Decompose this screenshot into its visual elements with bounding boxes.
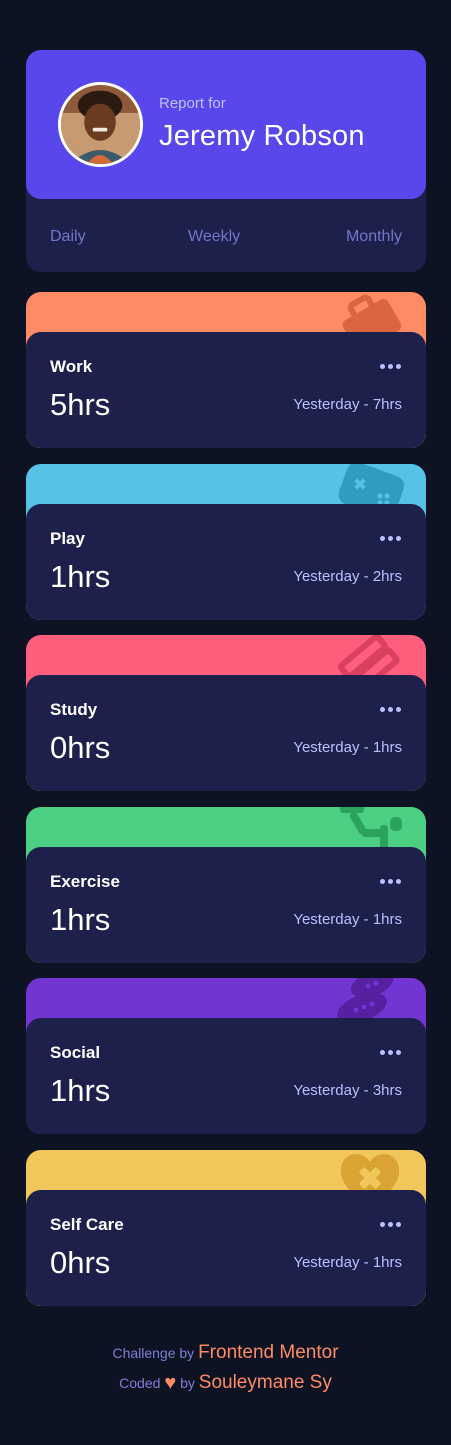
author-link[interactable]: Souleymane Sy xyxy=(199,1372,332,1393)
by-text: by xyxy=(180,1375,195,1391)
profile-card: Report for Jeremy Robson Daily Weekly Mo… xyxy=(26,50,426,272)
more-options-icon[interactable] xyxy=(380,879,402,885)
activity-card-work: Work 5hrs Yesterday - 7hrs xyxy=(26,292,426,448)
attribution-footer: Challenge by Frontend Mentor Coded ♥ by … xyxy=(0,1338,451,1398)
coded-text: Coded xyxy=(119,1375,161,1391)
more-options-icon[interactable] xyxy=(380,1050,402,1056)
activity-card-social: Social 1hrs Yesterday - 3hrs xyxy=(26,978,426,1134)
previous-hours: Yesterday - 1hrs xyxy=(293,1254,402,1271)
previous-hours: Yesterday - 2hrs xyxy=(293,568,402,585)
current-hours: 1hrs xyxy=(50,559,111,594)
previous-hours: Yesterday - 7hrs xyxy=(293,396,402,413)
profile-header: Report for Jeremy Robson xyxy=(26,50,426,199)
frontend-mentor-link[interactable]: Frontend Mentor xyxy=(198,1342,338,1363)
current-hours: 5hrs xyxy=(50,387,111,422)
activity-card-exercise: Exercise 1hrs Yesterday - 1hrs xyxy=(26,807,426,963)
activity-title: Work xyxy=(50,357,93,376)
heart-icon: ♥ xyxy=(164,1372,177,1394)
current-hours: 0hrs xyxy=(50,1245,111,1280)
activity-card-self-care: Self Care 0hrs Yesterday - 1hrs xyxy=(26,1150,426,1306)
report-for-label: Report for xyxy=(159,95,226,112)
activity-panel[interactable]: Study 0hrs Yesterday - 1hrs xyxy=(26,675,426,791)
previous-hours: Yesterday - 3hrs xyxy=(293,1082,402,1099)
activity-title: Exercise xyxy=(50,872,120,891)
activity-panel[interactable]: Work 5hrs Yesterday - 7hrs xyxy=(26,332,426,448)
tab-weekly[interactable]: Weekly xyxy=(188,228,240,246)
current-hours: 1hrs xyxy=(50,902,111,937)
activity-panel[interactable]: Self Care 0hrs Yesterday - 1hrs xyxy=(26,1190,426,1306)
activity-panel[interactable]: Exercise 1hrs Yesterday - 1hrs xyxy=(26,847,426,963)
previous-hours: Yesterday - 1hrs xyxy=(293,739,402,756)
activity-title: Study xyxy=(50,700,98,719)
activity-panel[interactable]: Social 1hrs Yesterday - 3hrs xyxy=(26,1018,426,1134)
activity-card-study: Study 0hrs Yesterday - 1hrs xyxy=(26,635,426,791)
activity-title: Social xyxy=(50,1043,101,1062)
more-options-icon[interactable] xyxy=(380,364,402,370)
activity-title: Play xyxy=(50,529,85,548)
activity-card-play: Play 1hrs Yesterday - 2hrs xyxy=(26,464,426,620)
timeframe-tabs: Daily Weekly Monthly xyxy=(50,228,402,250)
more-options-icon[interactable] xyxy=(380,536,402,542)
tab-daily[interactable]: Daily xyxy=(50,228,86,246)
attribution-line-1: Challenge by Frontend Mentor xyxy=(0,1338,451,1368)
activity-title: Self Care xyxy=(50,1215,124,1234)
tab-monthly[interactable]: Monthly xyxy=(346,228,402,246)
current-hours: 0hrs xyxy=(50,730,111,765)
user-name: Jeremy Robson xyxy=(159,120,365,152)
challenge-by-text: Challenge by xyxy=(112,1345,195,1361)
more-options-icon[interactable] xyxy=(380,707,402,713)
more-options-icon[interactable] xyxy=(380,1222,402,1228)
avatar-image xyxy=(61,85,140,164)
app-root: Report for Jeremy Robson Daily Weekly Mo… xyxy=(0,0,451,1445)
avatar xyxy=(58,82,143,167)
previous-hours: Yesterday - 1hrs xyxy=(293,911,402,928)
attribution-line-2: Coded ♥ by Souleymane Sy xyxy=(0,1368,451,1398)
current-hours: 1hrs xyxy=(50,1073,111,1108)
activity-panel[interactable]: Play 1hrs Yesterday - 2hrs xyxy=(26,504,426,620)
